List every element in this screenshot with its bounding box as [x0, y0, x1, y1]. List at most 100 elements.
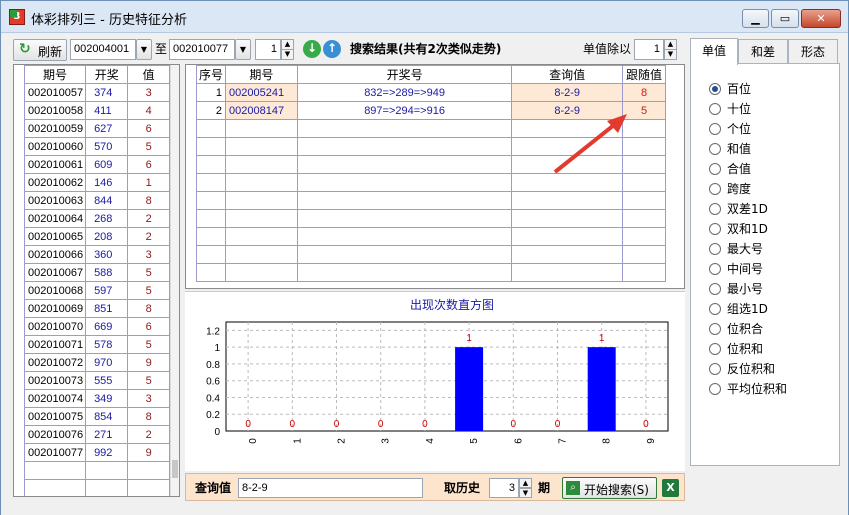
radio-icon[interactable]	[709, 123, 721, 135]
value-cell[interactable]: 2	[127, 209, 170, 228]
table-row[interactable]: 002010072 970 9	[23, 353, 170, 372]
value-cell[interactable]: 9	[127, 443, 170, 462]
radio-icon[interactable]	[709, 323, 721, 335]
value-cell[interactable]: 1	[127, 173, 170, 192]
step-field[interactable]: 1	[255, 39, 281, 60]
draw-cell[interactable]: 570	[85, 137, 129, 156]
table-row[interactable]: 002010068 597 5	[23, 281, 170, 300]
radio-icon[interactable]	[709, 183, 721, 195]
table-row[interactable]: 002010060 570 5	[23, 137, 170, 156]
col-header-follow[interactable]: 跟随值	[622, 65, 666, 84]
maximize-icon[interactable]: ▭	[771, 9, 799, 28]
table-row[interactable]: 002010073 555 5	[23, 371, 170, 390]
col-header-draw[interactable]: 开奖	[85, 65, 129, 84]
period-cell[interactable]: 002010058	[23, 101, 87, 120]
to-period-dropdown-icon[interactable]: ▼	[235, 39, 251, 60]
value-cell[interactable]: 8	[127, 407, 170, 426]
period-cell[interactable]: 002010074	[23, 389, 87, 408]
value-cell[interactable]: 2	[127, 227, 170, 246]
draw-cell[interactable]: 970	[85, 353, 129, 372]
draw-cell[interactable]: 411	[85, 101, 129, 120]
period-cell[interactable]: 002008147	[225, 101, 298, 120]
divide-down-icon[interactable]: ▼	[664, 49, 677, 60]
radio-icon[interactable]	[709, 223, 721, 235]
table-row[interactable]: 002010071 578 5	[23, 335, 170, 354]
draw-cell[interactable]: 360	[85, 245, 129, 264]
follow-cell[interactable]: 8	[622, 83, 666, 102]
history-table[interactable]: 期号 开奖 值 002010057 374 3 002010058 411 4 002010…	[13, 64, 180, 497]
value-cell[interactable]: 5	[127, 371, 170, 390]
draw-cell[interactable]: 597	[85, 281, 129, 300]
radio-icon[interactable]	[709, 303, 721, 315]
query-cell[interactable]: 8-2-9	[511, 83, 624, 102]
period-cell[interactable]: 002010077	[23, 443, 87, 462]
draw-cell[interactable]: 374	[85, 83, 129, 102]
tab-sum-diff[interactable]: 和差	[738, 39, 788, 64]
period-cell[interactable]: 002010064	[23, 209, 87, 228]
history-scrollbar[interactable]	[170, 65, 179, 496]
index-cell[interactable]: 2	[195, 101, 227, 120]
table-row[interactable]: 002010064 268 2	[23, 209, 170, 228]
period-cell[interactable]: 002010066	[23, 245, 87, 264]
table-row[interactable]: 002010061 609 6	[23, 155, 170, 174]
down-arrow-icon[interactable]: ↓	[303, 40, 321, 58]
period-cell[interactable]: 002010073	[23, 371, 87, 390]
value-cell[interactable]: 8	[127, 299, 170, 318]
col-header-draw-sequence[interactable]: 开奖号	[296, 65, 513, 84]
draw-cell[interactable]: 844	[85, 191, 129, 210]
period-cell[interactable]: 002010067	[23, 263, 87, 282]
table-row[interactable]: 002010058 411 4	[23, 101, 170, 120]
draw-cell[interactable]: 349	[85, 389, 129, 408]
table-row[interactable]: 002010065 208 2	[23, 227, 170, 246]
period-cell[interactable]: 002010065	[23, 227, 87, 246]
period-cell[interactable]: 002010061	[23, 155, 87, 174]
value-cell[interactable]: 6	[127, 317, 170, 336]
period-cell[interactable]: 002010059	[23, 119, 87, 138]
result-scrollbar[interactable]	[667, 65, 684, 288]
radio-icon[interactable]	[709, 203, 721, 215]
radio-icon[interactable]	[709, 103, 721, 115]
period-cell[interactable]: 002010075	[23, 407, 87, 426]
draw-cell[interactable]: 851	[85, 299, 129, 318]
draw-cell[interactable]: 669	[85, 317, 129, 336]
radio-icon[interactable]	[709, 243, 721, 255]
table-row[interactable]: 002010067 588 5	[23, 263, 170, 282]
value-cell[interactable]: 4	[127, 101, 170, 120]
radio-icon[interactable]	[709, 163, 721, 175]
draw-cell[interactable]: 588	[85, 263, 129, 282]
minimize-icon[interactable]: ▁	[742, 9, 769, 28]
index-cell[interactable]: 1	[195, 83, 227, 102]
from-period-field[interactable]: 002004001	[70, 39, 136, 60]
value-cell[interactable]: 5	[127, 263, 170, 282]
col-header-index[interactable]: 序号	[195, 65, 227, 84]
draw-cell[interactable]: 146	[85, 173, 129, 192]
tab-single-value[interactable]: 单值	[690, 38, 738, 65]
table-row[interactable]: 002010077 992 9	[23, 443, 170, 462]
period-cell[interactable]: 002005241	[225, 83, 298, 102]
period-cell[interactable]: 002010060	[23, 137, 87, 156]
refresh-button[interactable]: ↻ 刷新	[13, 39, 67, 61]
draw-cell[interactable]: 609	[85, 155, 129, 174]
divide-field[interactable]: 1	[634, 39, 664, 60]
radio-icon[interactable]	[709, 83, 721, 95]
table-row[interactable]: 002010057 374 3	[23, 83, 170, 102]
to-period-field[interactable]: 002010077	[169, 39, 235, 60]
draw-cell[interactable]: 208	[85, 227, 129, 246]
period-cell[interactable]: 002010069	[23, 299, 87, 318]
query-field[interactable]: 8-2-9	[238, 478, 423, 498]
draw-cell[interactable]: 271	[85, 425, 129, 444]
draw-cell[interactable]: 854	[85, 407, 129, 426]
col-header-period[interactable]: 期号	[23, 65, 87, 84]
draw-cell[interactable]: 627	[85, 119, 129, 138]
table-row[interactable]: 002010070 669 6	[23, 317, 170, 336]
draw-cell[interactable]: 578	[85, 335, 129, 354]
title-bar[interactable]: 3 体彩排列三 - 历史特征分析 ▁ ▭ ✕	[1, 1, 848, 33]
radio-icon[interactable]	[709, 343, 721, 355]
period-cell[interactable]: 002010062	[23, 173, 87, 192]
col-header-period[interactable]: 期号	[225, 65, 298, 84]
draw-cell[interactable]: 268	[85, 209, 129, 228]
period-cell[interactable]: 002010071	[23, 335, 87, 354]
up-arrow-icon[interactable]: ↑	[323, 40, 341, 58]
value-cell[interactable]: 3	[127, 245, 170, 264]
col-header-query[interactable]: 查询值	[511, 65, 624, 84]
